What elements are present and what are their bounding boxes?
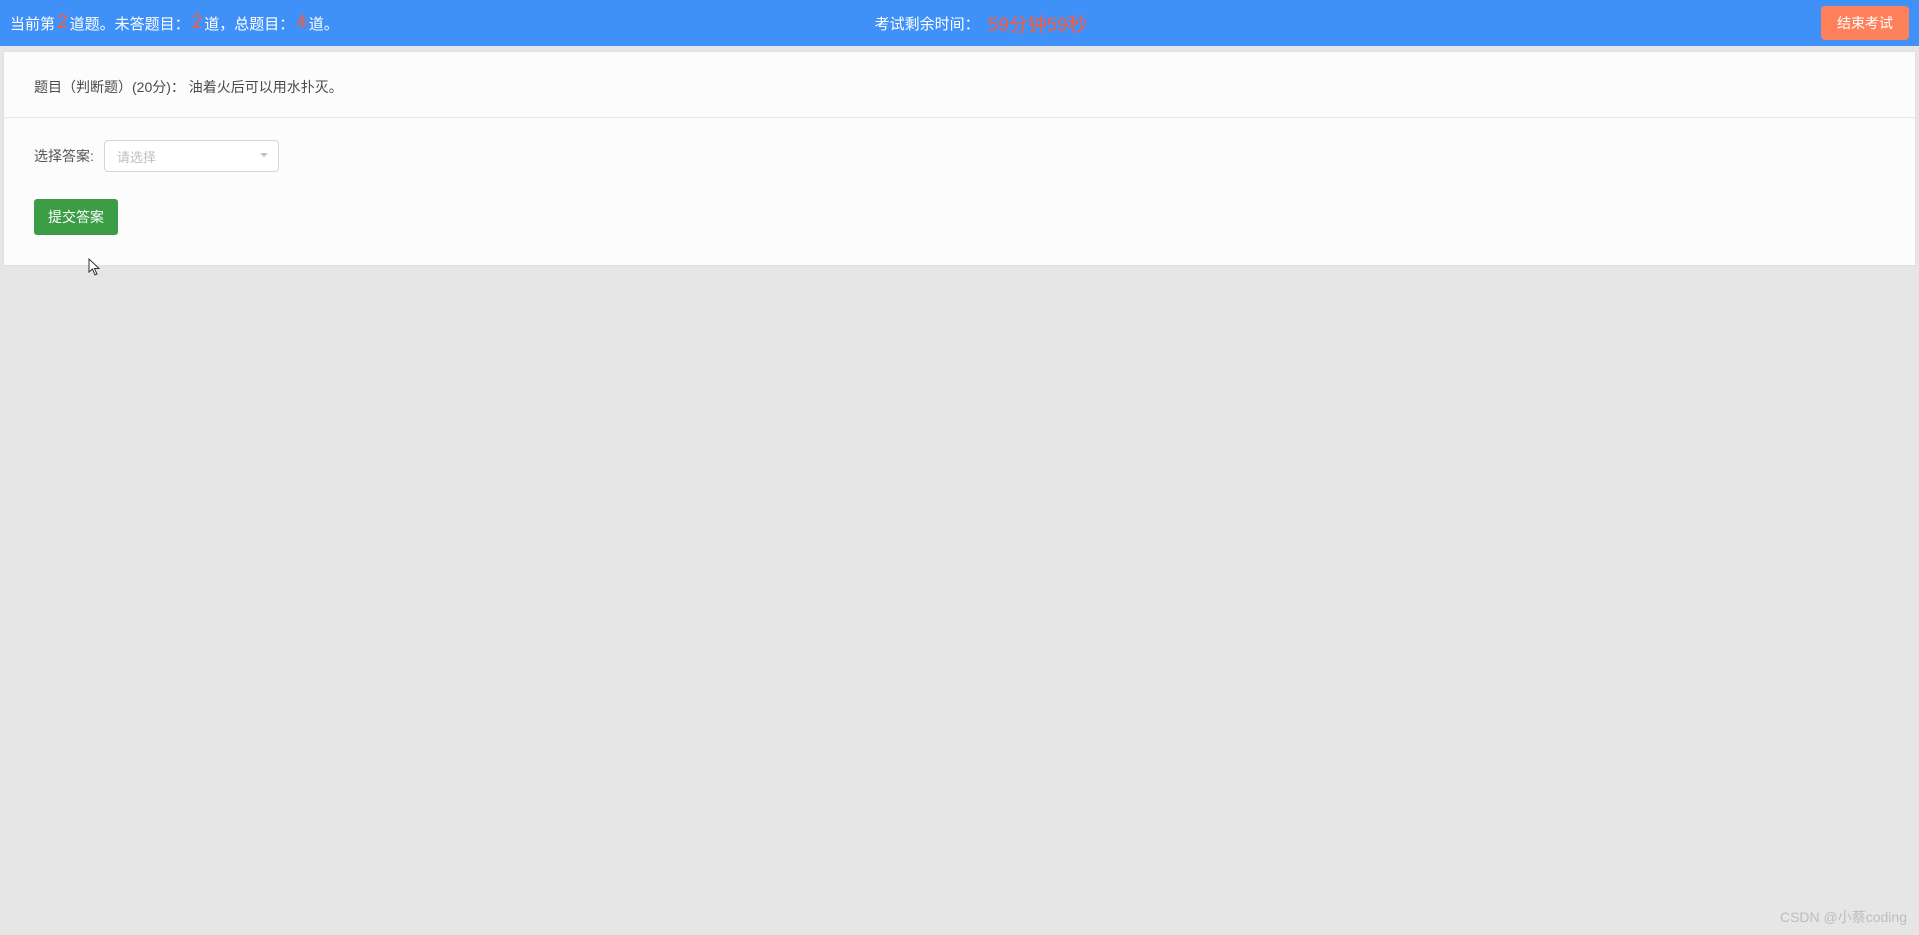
answer-select[interactable]: 请选择 [104,140,279,172]
total-count: 4 [296,12,307,34]
header-timer: 考试剩余时间： 59分钟59秒 [875,10,1087,37]
timer-value: 59分钟59秒 [988,10,1087,37]
submit-answer-button[interactable]: 提交答案 [34,199,118,235]
header-actions: 结束考试 [1821,6,1909,40]
stats-prefix-current: 当前第 [10,13,55,34]
timer-label: 考试剩余时间： [875,13,980,34]
watermark-text: CSDN @小蔡coding [1780,907,1907,927]
answer-section: 选择答案: 请选择 [4,118,1915,194]
stats-label-unanswered: 道题。未答题目： [70,13,190,34]
answer-label: 选择答案: [34,146,94,166]
current-question-number: 2 [57,12,68,34]
submit-section: 提交答案 [4,194,1915,265]
stats-label-total: 道，总题目： [204,13,294,34]
answer-select-placeholder: 请选择 [117,147,156,166]
question-text-section: 题目（判断题）(20分)： 油着火后可以用水扑灭。 [4,52,1915,118]
question-text: 题目（判断题）(20分)： 油着火后可以用水扑灭。 [34,79,343,95]
question-card: 题目（判断题）(20分)： 油着火后可以用水扑灭。 选择答案: 请选择 提交答案 [3,51,1916,266]
exam-header-bar: 当前第 2 道题。未答题目： 2 道，总题目： 4 道。 考试剩余时间： 59分… [0,0,1919,46]
stats-suffix: 道。 [309,13,339,34]
answer-select-wrapper: 请选择 [104,140,279,172]
header-stats: 当前第 2 道题。未答题目： 2 道，总题目： 4 道。 [10,12,339,34]
unanswered-count: 2 [192,12,203,34]
end-exam-button[interactable]: 结束考试 [1821,6,1909,40]
